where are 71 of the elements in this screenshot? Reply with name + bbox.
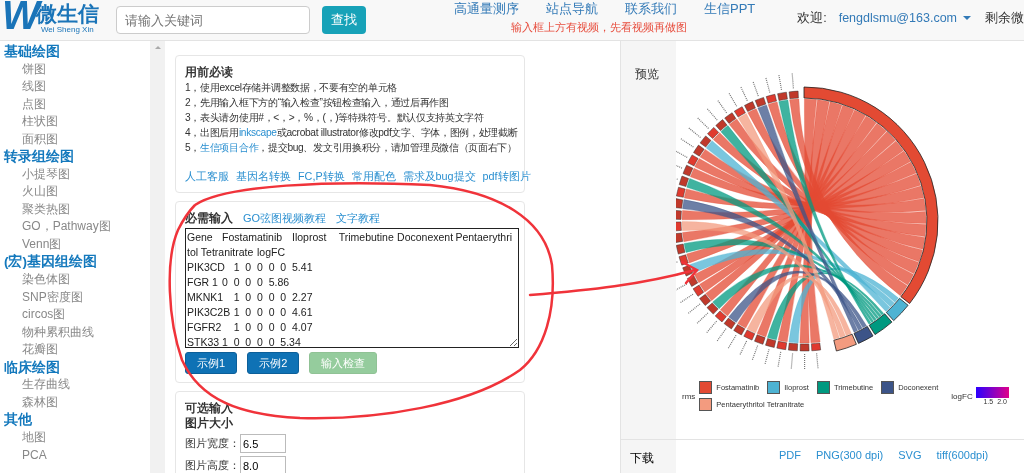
download-link[interactable]: SVG [898, 449, 922, 473]
balance-label: 剩余微 [985, 9, 1024, 27]
sidebar-item[interactable]: 饼图 [22, 61, 46, 76]
section-title: 图片大小 [185, 416, 234, 431]
scrollbar[interactable] [150, 41, 165, 473]
sidebar-item[interactable]: 生存曲线 [22, 377, 70, 392]
tool-link[interactable]: FC,P转换 [298, 170, 345, 184]
sidebar-item[interactable]: 染色体图 [22, 272, 70, 287]
download-link[interactable]: tiff(600dpi) [936, 449, 989, 473]
sidebar-item[interactable]: 聚类热图 [22, 201, 70, 216]
legend-title: rms [682, 391, 696, 401]
example-button[interactable]: 示例1 [185, 352, 238, 374]
tool-link[interactable]: 基因名转换 [236, 170, 291, 184]
tool-link[interactable]: 常用配色 [351, 170, 396, 184]
text-link[interactable]: inkscape [238, 127, 277, 138]
sidebar-item[interactable]: GO，Pathway图 [22, 219, 111, 234]
tutorial-link[interactable]: 文字教程 [336, 211, 381, 226]
sidebar-group-title: 基础绘图 [4, 43, 61, 61]
sidebar-group-title: 临床绘图 [4, 358, 61, 377]
scale-title: logFC [951, 391, 973, 401]
panel-title: 用前必读 [185, 65, 234, 80]
panel-title: 必需输入 [185, 211, 233, 226]
color-scale-bar [975, 387, 1009, 398]
search-button[interactable]: 查找 [322, 6, 366, 34]
nav-link[interactable]: 生信PPT [704, 1, 756, 17]
instruction-text: 2，先用输入框下方的“输入检查”按钮检查输入，通过后再作图 [185, 96, 450, 110]
tool-link[interactable]: 需求及bug提交 [402, 170, 476, 184]
sidebar-item[interactable]: circos图 [22, 307, 66, 322]
download-link[interactable]: PDF [779, 449, 801, 473]
size-field[interactable]: 6.5 [240, 434, 286, 453]
tool-link[interactable]: 人工客服 [185, 170, 229, 184]
nav-link[interactable]: 站点导航 [546, 1, 598, 17]
sidebar-group-title: 其他 [4, 411, 33, 429]
tool-link[interactable]: pdf转图片 [482, 170, 531, 184]
sidebar-item[interactable]: SNP密度图 [22, 289, 83, 304]
sidebar-item[interactable]: 地图 [22, 430, 46, 444]
sidebar-group-title: (宏)基因组绘图 [4, 253, 98, 272]
sidebar-item[interactable]: 花瓣图 [22, 342, 58, 357]
download-label: 下载 [621, 440, 676, 473]
instruction-text: 5，生信项目合作，提交bug、发文引用换积分，请加管理员微信（页面右下） [185, 141, 515, 155]
logo-subtitle: Wei Sheng Xin [40, 25, 94, 35]
sidebar-item[interactable]: 柱状图 [22, 114, 58, 129]
sidebar-item[interactable]: 小提琴图 [22, 166, 70, 181]
sidebar-group-title: 转录组绘图 [4, 148, 75, 166]
sidebar-item[interactable]: 面积图 [22, 131, 58, 146]
instruction-text: 1，使用excel存储并调整数据，不要有空的单元格 [185, 81, 398, 95]
caret-icon[interactable] [963, 16, 971, 20]
field-label: 图片宽度： [185, 436, 240, 451]
sidebar-item[interactable]: 森林图 [22, 394, 58, 409]
sidebar-item[interactable]: 点图 [22, 96, 46, 111]
scroll-up-icon[interactable] [154, 46, 161, 49]
text-link[interactable]: 生信项目合作 [200, 142, 259, 153]
nav-link[interactable]: 联系我们 [625, 1, 677, 17]
search-field[interactable]: 请输入关键词 [116, 6, 310, 34]
instruction-text: 3，表头请勿使用#，<，>，%，(，)等特殊符号。默认仅支持英文字符 [185, 111, 485, 125]
sidebar-item[interactable]: Venn图 [22, 236, 62, 251]
notice-text: 输入框上方有视频，先看视频再做图 [511, 21, 688, 35]
preview-label: 预览 [621, 41, 676, 439]
welcome-label: 欢迎: [797, 9, 827, 27]
sidebar-item[interactable]: 线图 [22, 79, 46, 94]
size-field[interactable]: 8.0 [240, 456, 286, 473]
sidebar-item[interactable]: PCA [22, 447, 47, 462]
data-input-field[interactable]: Gene Fostamatinib Iloprost Trimebutine Doconexent Pentaerythri tol Tetranitrate logFC PIK3CD 1 0 0 0 0 5.41 FGR 1 0 0 0 0 5.86 MKNK1 1 0 0 0 0 2.27 PIK3C2B 1 0 0 0 0 4.61 FGFR2 1 0 0 0 0 4.07 STK33 1 0 0 0 0 5.34 [185, 228, 519, 348]
tutorial-link[interactable]: GO弦图视频教程 [243, 211, 327, 226]
sidebar-item[interactable]: 火山图 [22, 184, 58, 199]
field-label: 图片高度： [185, 458, 240, 473]
download-link[interactable]: PNG(300 dpi) [816, 449, 884, 473]
sidebar-item[interactable]: 物种累积曲线 [22, 324, 94, 339]
nav-link[interactable]: 高通量测序 [454, 1, 519, 17]
user-menu[interactable]: fengdlsmu@163.com [838, 11, 957, 25]
example-button[interactable]: 示例2 [247, 352, 300, 374]
